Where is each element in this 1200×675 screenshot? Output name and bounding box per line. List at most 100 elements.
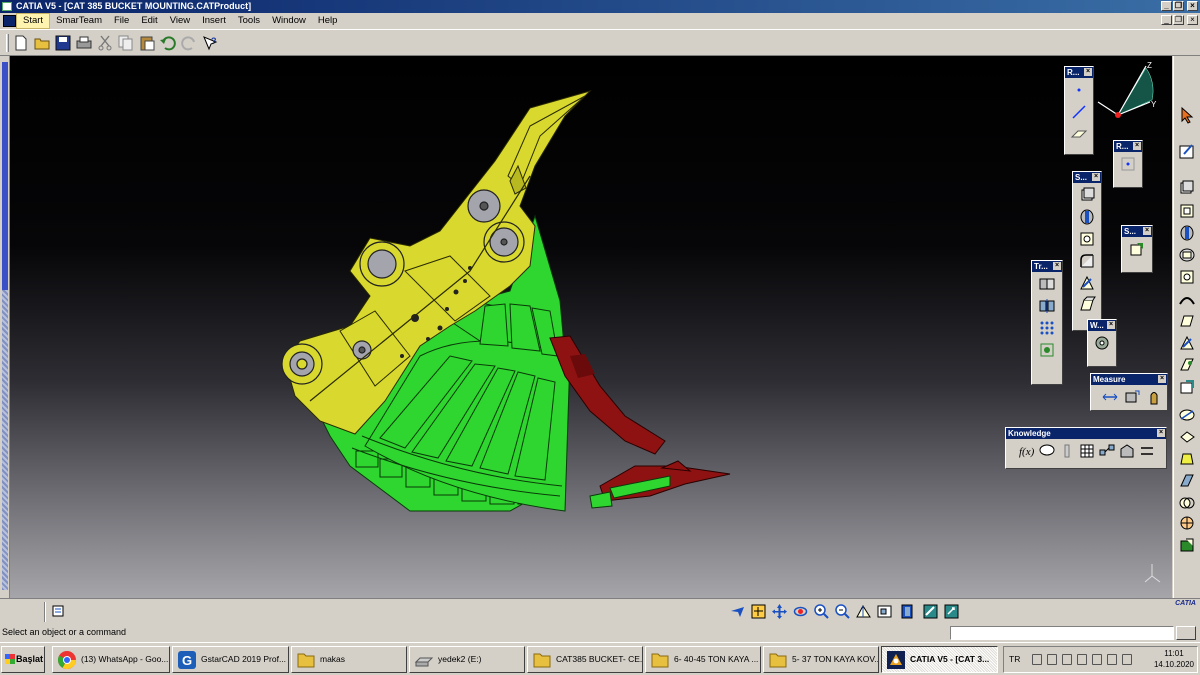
axis-system-icon[interactable] — [1178, 514, 1196, 532]
toolbar-grip[interactable] — [6, 34, 9, 52]
tray-signal-icon[interactable] — [1107, 654, 1117, 665]
menu-smarteam[interactable]: SmarTeam — [50, 13, 108, 29]
toolbar-r2-close[interactable]: × — [1133, 142, 1141, 150]
undo-icon[interactable] — [159, 34, 177, 52]
multi-section-icon[interactable] — [1178, 356, 1196, 374]
toolbar-s1[interactable]: S... × — [1072, 171, 1102, 331]
minimize-button[interactable]: _ — [1161, 1, 1172, 11]
task-catia[interactable]: CATIA V5 - [CAT 3... — [881, 646, 998, 673]
command-button[interactable] — [1176, 626, 1196, 640]
fit-all-icon[interactable] — [750, 603, 767, 620]
paste-icon[interactable] — [138, 34, 156, 52]
left-scroll-strip[interactable] — [0, 56, 10, 598]
scroll-track[interactable] — [2, 290, 8, 590]
toolbar-tr-close[interactable]: × — [1053, 262, 1061, 270]
tree-icon[interactable] — [50, 603, 67, 620]
boolean-icon[interactable] — [1178, 494, 1196, 512]
scroll-thumb[interactable] — [2, 62, 8, 290]
menu-edit[interactable]: Edit — [135, 13, 163, 29]
sketch-based-icon[interactable] — [1128, 240, 1146, 258]
check-icon[interactable] — [1058, 442, 1076, 460]
pan-icon[interactable] — [771, 603, 788, 620]
toolbar-r1-close[interactable]: × — [1084, 68, 1092, 76]
command-input[interactable] — [950, 626, 1174, 640]
doc-close-button[interactable]: × — [1187, 15, 1198, 25]
gear-icon[interactable] — [1093, 334, 1111, 352]
thickness-icon[interactable] — [1078, 296, 1096, 314]
knowledge-close[interactable]: × — [1157, 429, 1165, 437]
measure-between-icon[interactable] — [1101, 388, 1119, 406]
task-makas[interactable]: makas — [291, 646, 407, 673]
hide-show-icon[interactable] — [922, 603, 939, 620]
point-icon[interactable] — [1070, 81, 1088, 99]
normal-view-icon[interactable] — [855, 603, 872, 620]
save-icon[interactable] — [54, 34, 72, 52]
line-icon[interactable] — [1070, 103, 1088, 121]
toolbar-r1[interactable]: R... × — [1064, 66, 1094, 155]
print-icon[interactable] — [75, 34, 93, 52]
sketcher-icon[interactable] — [1178, 142, 1196, 160]
rule-icon[interactable] — [1118, 442, 1136, 460]
task-cat385[interactable]: CAT385 BUCKET- CE... — [527, 646, 643, 673]
pad-icon[interactable] — [1178, 178, 1196, 196]
toolbar-s2-close[interactable]: × — [1143, 227, 1151, 235]
fillet-icon[interactable] — [1078, 252, 1096, 270]
swap-space-icon[interactable] — [943, 603, 960, 620]
menu-view[interactable]: View — [164, 13, 196, 29]
copy-icon[interactable] — [117, 34, 135, 52]
task-37-ton[interactable]: 5- 37 TON KAYA KOV... — [763, 646, 879, 673]
task-yedek2[interactable]: yedek2 (E:) — [409, 646, 525, 673]
sew-surface-icon[interactable] — [1178, 472, 1196, 490]
rib-icon[interactable] — [1178, 290, 1196, 308]
toolbar-tr[interactable]: Tr... × — [1031, 260, 1063, 385]
shell-icon[interactable] — [1178, 378, 1196, 396]
toolbar-r2[interactable]: R... × — [1113, 140, 1143, 188]
formula-icon[interactable]: f(x) — [1018, 442, 1036, 460]
open-icon[interactable] — [33, 34, 51, 52]
doc-minimize-button[interactable]: _ — [1161, 15, 1172, 25]
draft-icon[interactable] — [1078, 274, 1096, 292]
comment-icon[interactable] — [1038, 442, 1056, 460]
shaft-icon[interactable] — [1178, 224, 1196, 242]
zoom-in-icon[interactable] — [813, 603, 830, 620]
menu-help[interactable]: Help — [312, 13, 344, 29]
3d-viewport[interactable]: Z Y — [10, 56, 1172, 598]
bucket-model[interactable] — [10, 56, 1172, 598]
toolbar-grip[interactable] — [44, 602, 46, 622]
menu-insert[interactable]: Insert — [196, 13, 232, 29]
redo-icon[interactable] — [180, 34, 198, 52]
pattern-icon[interactable] — [1038, 319, 1056, 337]
task-gstarcad[interactable]: G GstarCAD 2019 Prof... — [172, 646, 289, 673]
language-indicator[interactable]: TR — [1009, 654, 1020, 664]
pad-icon[interactable] — [1078, 186, 1096, 204]
whats-this-icon[interactable]: ? — [201, 34, 219, 52]
doc-restore-button[interactable]: ❐ — [1173, 15, 1184, 25]
scaling-icon[interactable] — [1038, 341, 1056, 359]
point-icon[interactable] — [1119, 155, 1137, 173]
tray-monitor-icon[interactable] — [1092, 654, 1102, 665]
toolbar-w-close[interactable]: × — [1107, 321, 1115, 329]
hole-icon[interactable] — [1078, 230, 1096, 248]
knowledge-toolbar[interactable]: Knowledge × f(x) — [1005, 427, 1167, 469]
measure-close[interactable]: × — [1158, 375, 1166, 383]
fly-mode-icon[interactable] — [729, 603, 746, 620]
measure-item-icon[interactable] — [1123, 388, 1141, 406]
title-bar[interactable]: CATIA V5 - [CAT 385 BUCKET MOUNTING.CATP… — [0, 0, 1200, 13]
multi-view-icon[interactable] — [876, 603, 893, 620]
toolbar-s2[interactable]: S... × — [1121, 225, 1153, 273]
select-icon[interactable] — [1178, 106, 1196, 124]
tray-network-icon[interactable] — [1047, 654, 1057, 665]
law-icon[interactable] — [1098, 442, 1116, 460]
tray-folder-icon[interactable] — [1062, 654, 1072, 665]
equivalent-icon[interactable] — [1138, 442, 1156, 460]
close-button[interactable]: × — [1187, 1, 1198, 11]
rotate-icon[interactable] — [792, 603, 809, 620]
hole-icon[interactable] — [1178, 268, 1196, 286]
apply-material-icon[interactable] — [1178, 536, 1196, 554]
slot-icon[interactable] — [1178, 312, 1196, 330]
app-icon[interactable] — [2, 2, 12, 11]
menu-start[interactable]: Start — [16, 13, 51, 29]
start-button[interactable]: Başlat — [1, 646, 45, 673]
shaft-icon[interactable] — [1078, 208, 1096, 226]
tray-volume-icon[interactable] — [1122, 654, 1132, 665]
